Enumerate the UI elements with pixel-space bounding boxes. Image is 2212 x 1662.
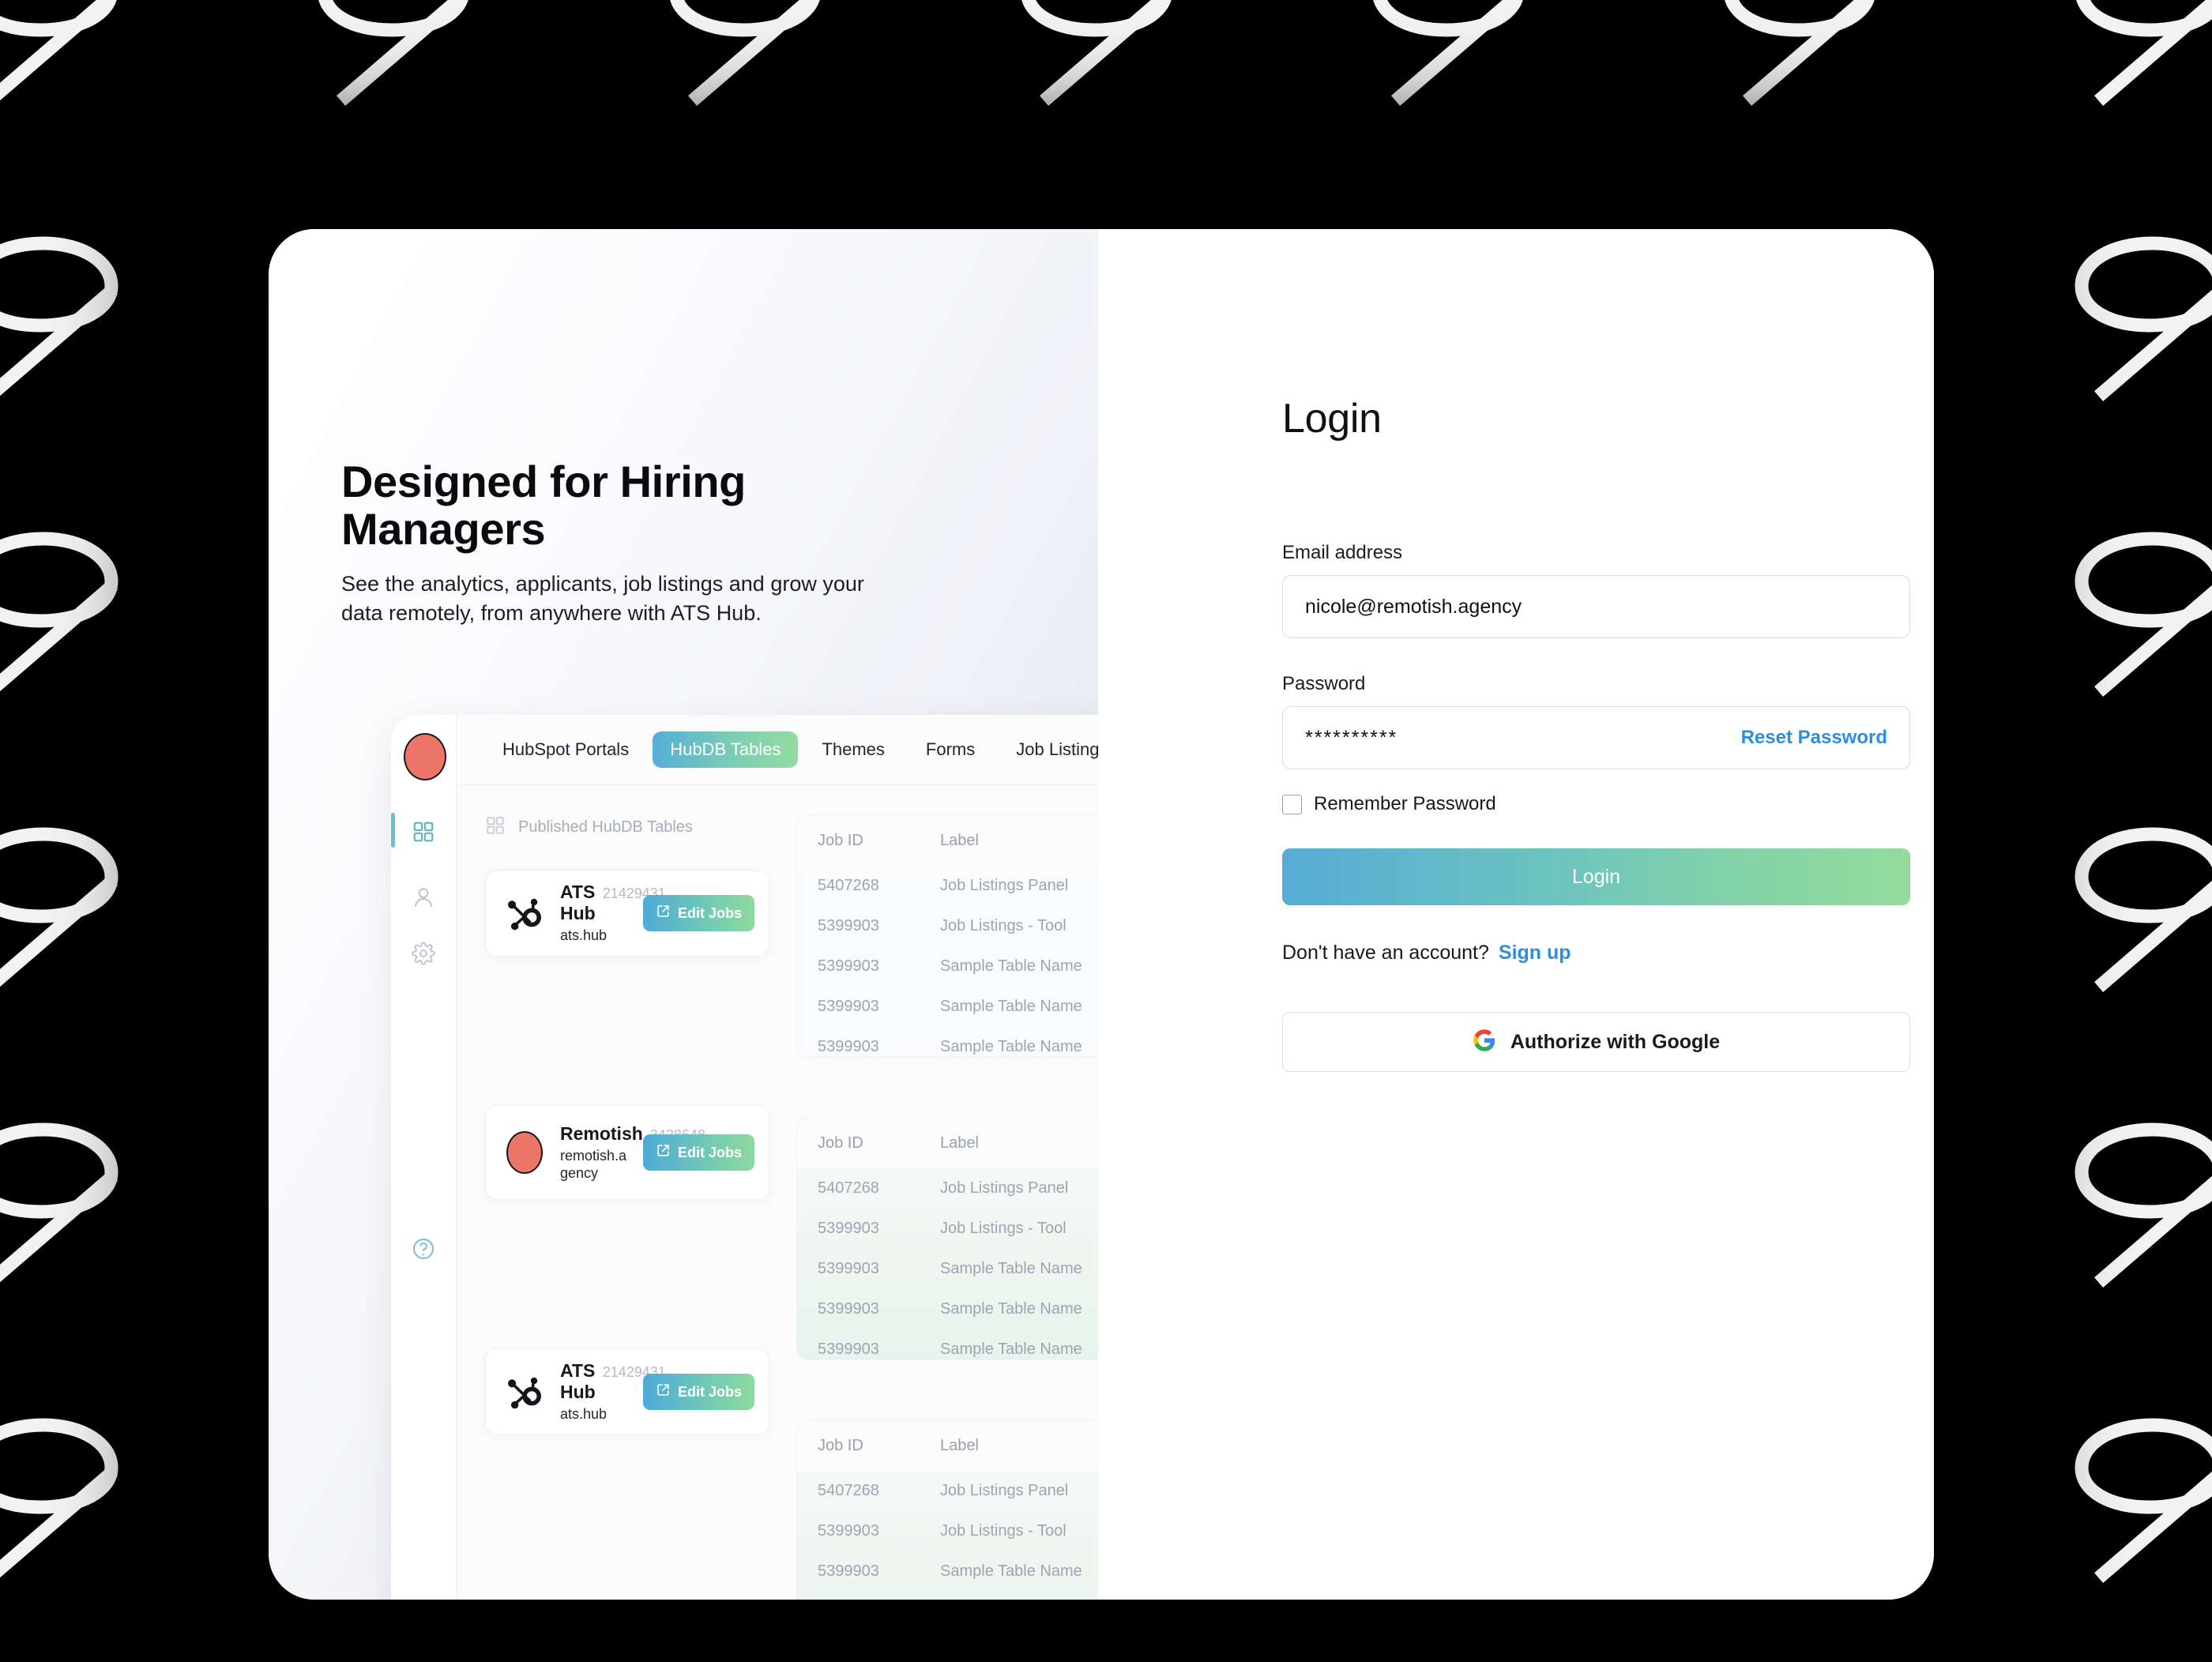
portal-card[interactable]: Remotish 3428648 remotish.agency <box>485 1105 769 1200</box>
login-button-label: Login <box>1571 865 1621 888</box>
promo-subtitle: See the analytics, applicants, job listi… <box>341 571 864 626</box>
remember-password-label: Remember Password <box>1314 793 1496 814</box>
login-heading: Login <box>1282 396 1382 442</box>
grid-icon <box>412 820 435 848</box>
portal-meta: ATS Hub 21429431 ats.hub <box>560 1360 666 1423</box>
column-header-job-id: Job ID <box>818 1134 863 1152</box>
edit-jobs-label: Edit Jobs <box>677 1144 742 1160</box>
cell-job-id: 5399903 <box>818 1300 879 1318</box>
portal-meta: ATS Hub 21429431 ats.hub <box>560 882 666 945</box>
external-link-icon <box>656 1382 671 1401</box>
user-icon <box>411 885 436 914</box>
portal-name: ATS Hub <box>560 1360 596 1403</box>
cell-job-id: 5399903 <box>818 1522 879 1540</box>
remotish-avatar-icon <box>500 1128 549 1177</box>
portal-domain: ats.hub <box>560 927 608 944</box>
cell-job-id: 5399903 <box>818 1341 879 1358</box>
cell-job-id: 5399903 <box>818 1038 879 1055</box>
tab-hubspot-portals[interactable]: HubSpot Portals <box>485 731 646 768</box>
tab-hubdb-tables[interactable]: HubDB Tables <box>653 731 799 768</box>
portal-card[interactable]: ATS Hub 21429431 ats.hub Edit Jobs <box>485 870 769 957</box>
signup-row: Don't have an account? Sign up <box>1282 942 1910 964</box>
edit-jobs-label: Edit Jobs <box>677 904 742 921</box>
cell-job-id: 5407268 <box>818 877 879 894</box>
email-field[interactable]: nicole@remotish.agency <box>1282 575 1910 638</box>
login-button[interactable]: Login <box>1282 848 1910 905</box>
email-value: nicole@remotish.agency <box>1305 595 1522 618</box>
promo-panel: Designed for Hiring Managers See the ana… <box>269 229 1292 1600</box>
password-label: Password <box>1282 673 1366 694</box>
cell-job-id: 5399903 <box>818 917 879 934</box>
password-field[interactable]: ********** Reset Password <box>1282 706 1910 769</box>
password-value: ********** <box>1305 726 1398 749</box>
portal-name: Remotish <box>560 1122 643 1144</box>
login-form: Login Email address nicole@remotish.agen… <box>1282 395 1910 1072</box>
sidebar-item-help[interactable] <box>391 1236 456 1265</box>
column-header-job-id: Job ID <box>818 832 863 849</box>
tab-forms[interactable]: Forms <box>908 731 992 768</box>
column-header-job-id: Job ID <box>818 1437 863 1454</box>
cell-job-id: 5399903 <box>818 1220 879 1237</box>
external-link-icon <box>656 1143 671 1162</box>
hubspot-sprocket-icon <box>500 1367 549 1416</box>
portal-card[interactable]: ATS Hub 21429431 ats.hub Edit Jobs <box>485 1348 769 1435</box>
avatar[interactable] <box>404 733 446 780</box>
sidebar-item-dashboard[interactable] <box>391 813 456 848</box>
cell-job-id: 5399903 <box>818 1260 879 1277</box>
sidebar-item-users[interactable] <box>391 885 456 914</box>
reset-password-link[interactable]: Reset Password <box>1741 727 1887 749</box>
edit-jobs-button[interactable]: Edit Jobs <box>642 895 754 931</box>
google-button-label: Authorize with Google <box>1510 1030 1721 1053</box>
page-title: Designed for Hiring Managers <box>341 457 746 555</box>
tab-themes[interactable]: Themes <box>804 731 901 768</box>
portal-domain: remotish.agency <box>560 1147 627 1182</box>
cell-job-id: 5399903 <box>818 957 879 975</box>
edit-jobs-label: Edit Jobs <box>677 1383 742 1400</box>
portal-name: ATS Hub <box>560 882 596 924</box>
app-window-card: Designed for Hiring Managers See the ana… <box>269 229 1934 1600</box>
sidebar-item-settings[interactable] <box>391 942 456 969</box>
cell-job-id: 5407268 <box>818 1482 879 1499</box>
external-link-icon <box>656 904 671 923</box>
email-label: Email address <box>1282 542 1403 563</box>
preview-section-label: Published HubDB Tables <box>518 818 693 836</box>
authorize-with-google-button[interactable]: Authorize with Google <box>1282 1012 1910 1072</box>
edit-jobs-button[interactable]: Edit Jobs <box>642 1374 754 1410</box>
signup-prompt: Don't have an account? <box>1282 942 1489 964</box>
preview-portals-column: Published HubDB Tables ATS Hub 21429431 … <box>485 815 769 1600</box>
preview-sidebar <box>391 715 457 1600</box>
help-icon <box>411 1236 436 1265</box>
signup-link[interactable]: Sign up <box>1499 942 1571 964</box>
google-icon <box>1473 1028 1496 1056</box>
cell-job-id: 5399903 <box>818 1562 879 1580</box>
portal-meta: Remotish 3428648 remotish.agency <box>560 1123 705 1183</box>
promo-copy: Designed for Hiring Managers See the ana… <box>341 457 894 628</box>
cell-job-id: 5407268 <box>818 1179 879 1197</box>
login-panel: Login Email address nicole@remotish.agen… <box>1098 229 1934 1600</box>
cell-job-id: 5399903 <box>818 998 879 1015</box>
grid-icon <box>485 815 506 840</box>
portal-domain: ats.hub <box>560 1406 608 1423</box>
hubspot-sprocket-icon <box>500 889 549 938</box>
preview-section-header: Published HubDB Tables <box>485 815 769 840</box>
remember-password-checkbox[interactable] <box>1282 794 1302 814</box>
gear-icon <box>412 942 435 969</box>
remember-password-row[interactable]: Remember Password <box>1282 793 1910 815</box>
edit-jobs-button[interactable]: Edit Jobs <box>642 1134 754 1171</box>
